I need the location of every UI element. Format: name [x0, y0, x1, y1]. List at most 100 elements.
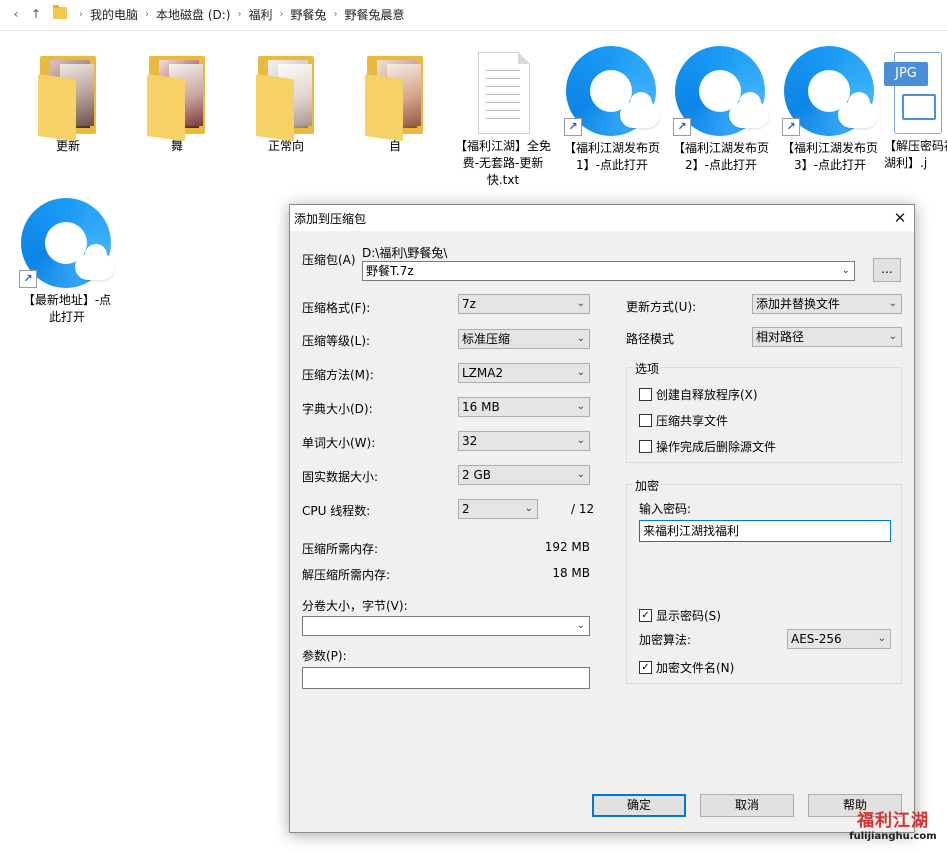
- chevron-down-icon: ⌄: [576, 298, 585, 309]
- shortcut-item[interactable]: ↗ 【福利江湖发布页3】-点此打开: [780, 46, 880, 174]
- chevron-down-icon: ⌄: [524, 503, 533, 514]
- path-mode-select[interactable]: 相对路径 ⌄: [752, 327, 902, 347]
- file-label: 【解压密码福利江湖利】.j: [884, 139, 947, 170]
- word-value: 32: [462, 434, 478, 448]
- close-icon[interactable]: ✕: [886, 205, 914, 231]
- qq-browser-icon: ↗: [782, 46, 878, 138]
- folder-icon: [53, 5, 67, 19]
- chevron-down-icon: ⌄: [576, 435, 585, 446]
- params-label: 参数(P):: [302, 649, 347, 663]
- shortcut-item[interactable]: ↗ 【福利江湖发布页1】-点此打开: [562, 46, 662, 174]
- file-label: 【福利江湖发布页1】-点此打开: [563, 141, 660, 172]
- file-label: 【福利江湖】全免费-无套路-更新快.txt: [454, 139, 551, 187]
- params-input[interactable]: [302, 667, 590, 689]
- dict-select[interactable]: 16 MB ⌄: [458, 397, 590, 417]
- encrypt-names-checkbox[interactable]: ✓ 加密文件名(N): [639, 659, 734, 676]
- volume-combo[interactable]: ⌄: [302, 616, 590, 636]
- method-value: LZMA2: [462, 366, 504, 380]
- chevron-right-icon: ›: [237, 9, 242, 20]
- chevron-down-icon: ⌄: [841, 265, 850, 276]
- dialog-titlebar: 添加到压缩包 ✕: [290, 205, 914, 231]
- breadcrumb-item-current[interactable]: 野餐兔晨意: [345, 6, 405, 23]
- method-select[interactable]: LZMA2 ⌄: [458, 363, 590, 383]
- format-label: 压缩格式(F):: [302, 301, 371, 315]
- mem-comp-label: 压缩所需内存:: [302, 542, 379, 556]
- watermark-site: fulijianghu.com: [849, 831, 937, 842]
- shared-files-checkbox[interactable]: 压缩共享文件: [639, 412, 728, 429]
- mem-comp-value: 192 MB: [544, 540, 590, 554]
- shortcut-arrow-icon: ↗: [19, 270, 37, 288]
- breadcrumb-item[interactable]: 我的电脑: [90, 6, 138, 23]
- chevron-down-icon: ⌄: [888, 298, 897, 309]
- dict-label: 字典大小(D):: [302, 402, 373, 416]
- enc-method-value: AES-256: [791, 632, 842, 646]
- shortcut-item[interactable]: ↗ 【福利江湖发布页2】-点此打开: [671, 46, 771, 174]
- chevron-down-icon: ⌄: [576, 469, 585, 480]
- chevron-down-icon: ⌄: [576, 367, 585, 378]
- update-select[interactable]: 添加并替换文件 ⌄: [752, 294, 902, 314]
- file-label: 【最新地址】-点此打开: [22, 293, 112, 324]
- sfx-label: 创建自释放程序(X): [656, 388, 758, 402]
- chevron-down-icon: ⌄: [576, 620, 585, 631]
- chevron-down-icon: ⌄: [888, 331, 897, 342]
- jpg-file-icon: JPG: [884, 50, 946, 136]
- breadcrumb-item[interactable]: 福利: [248, 6, 272, 23]
- file-label: 更新: [55, 139, 80, 153]
- encryption-title: 加密: [633, 477, 662, 494]
- folder-item[interactable]: 更新: [18, 52, 118, 155]
- format-value: 7z: [462, 297, 476, 311]
- file-label: 【福利江湖发布页3】-点此打开: [781, 141, 878, 172]
- folder-item[interactable]: 舞: [127, 52, 227, 155]
- update-label: 更新方式(U):: [626, 300, 697, 314]
- options-group: 选项 创建自释放程序(X) 压缩共享文件 操作完成后删除源文件: [626, 360, 902, 463]
- enc-method-label: 加密算法:: [639, 633, 692, 647]
- cpu-select[interactable]: 2 ⌄: [458, 499, 538, 519]
- browse-button[interactable]: ...: [873, 258, 901, 282]
- folder-icon: [38, 52, 98, 142]
- watermark-logo-text: 福利江湖: [857, 811, 929, 831]
- sfx-checkbox[interactable]: 创建自释放程序(X): [639, 386, 758, 403]
- shortcut-item[interactable]: ↗ 【最新地址】-点此打开: [17, 198, 117, 326]
- solid-select[interactable]: 2 GB ⌄: [458, 465, 590, 485]
- shortcut-arrow-icon: ↗: [564, 118, 582, 136]
- level-value: 标准压缩: [462, 332, 511, 346]
- chevron-right-icon: ›: [333, 9, 338, 20]
- add-to-archive-dialog: 添加到压缩包 ✕ 压缩包(A) D:\福利\野餐兔\ 野餐T.7z ⌄ ... …: [289, 204, 915, 833]
- archive-name-combo[interactable]: 野餐T.7z ⌄: [362, 261, 855, 281]
- chevron-down-icon: ⌄: [576, 401, 585, 412]
- ok-button[interactable]: 确定: [592, 794, 686, 817]
- cancel-button[interactable]: 取消: [700, 794, 794, 817]
- file-label: 舞: [170, 139, 183, 153]
- options-title: 选项: [633, 360, 662, 377]
- mem-decomp-value: 18 MB: [552, 566, 590, 580]
- delete-source-checkbox[interactable]: 操作完成后删除源文件: [639, 438, 776, 455]
- level-select[interactable]: 标准压缩 ⌄: [458, 329, 590, 349]
- show-password-checkbox[interactable]: ✓ 显示密码(S): [639, 607, 721, 624]
- file-label: 【福利江湖发布页2】-点此打开: [672, 141, 769, 172]
- jpg-file-item[interactable]: JPG 【解压密码福利江湖利】.j: [884, 50, 947, 172]
- password-input[interactable]: 来福利江湖找福利: [639, 520, 891, 542]
- volume-label: 分卷大小，字节(V):: [302, 599, 408, 613]
- shortcut-arrow-icon: ↗: [673, 118, 691, 136]
- breadcrumb: › 我的电脑 › 本地磁盘 (D:) › 福利 › 野餐兔 › 野餐兔晨意: [72, 6, 405, 23]
- chevron-right-icon: ›: [145, 9, 150, 20]
- cpu-value: 2: [462, 502, 470, 516]
- enc-method-select[interactable]: AES-256 ⌄: [787, 629, 891, 649]
- folder-item[interactable]: 正常向: [236, 52, 336, 155]
- back-icon[interactable]: ‹: [6, 4, 26, 24]
- update-value: 添加并替换文件: [756, 297, 841, 311]
- archive-name-value: 野餐T.7z: [366, 264, 414, 278]
- shared-files-label: 压缩共享文件: [656, 414, 729, 428]
- breadcrumb-item[interactable]: 野餐兔: [291, 6, 327, 23]
- method-label: 压缩方法(M):: [302, 368, 374, 382]
- breadcrumb-item[interactable]: 本地磁盘 (D:): [156, 6, 230, 23]
- up-arrow-icon[interactable]: ↑: [26, 4, 46, 24]
- solid-value: 2 GB: [462, 468, 491, 482]
- folder-icon: [147, 52, 207, 142]
- txt-file-item[interactable]: 【福利江湖】全免费-无套路-更新快.txt: [453, 50, 553, 189]
- delete-source-label: 操作完成后删除源文件: [656, 440, 777, 454]
- chevron-right-icon: ›: [79, 9, 83, 20]
- folder-item[interactable]: 自: [345, 52, 445, 155]
- word-select[interactable]: 32 ⌄: [458, 431, 590, 451]
- format-select[interactable]: 7z ⌄: [458, 294, 590, 314]
